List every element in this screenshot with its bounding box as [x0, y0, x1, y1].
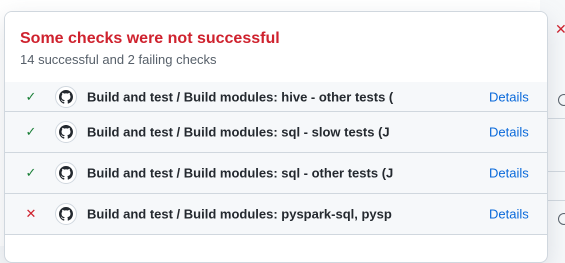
check-icon: ✓ — [25, 88, 37, 104]
check-row: ✓ Build and test / Build modules: sql - … — [5, 153, 547, 194]
check-row: ✓ Build and test / Build modules: sql - … — [5, 112, 547, 153]
check-name: Build and test / Build modules: sql - sl… — [87, 124, 390, 140]
background-status-icon — [558, 94, 565, 106]
background-x-icon: ✕ — [555, 21, 565, 37]
check-row: ✓ Build and test / Build modules: hive -… — [5, 82, 547, 112]
check-list: ✓ Build and test / Build modules: hive -… — [5, 82, 547, 235]
github-icon — [55, 121, 77, 143]
check-icon: ✓ — [25, 124, 37, 139]
checks-popover: Some checks were not successful 14 succe… — [4, 11, 548, 263]
check-icon: ✓ — [25, 165, 37, 180]
check-name: Build and test / Build modules: sql - ot… — [87, 165, 394, 181]
background-status-icon — [558, 213, 565, 225]
details-link[interactable]: Details — [489, 89, 529, 104]
popover-header: Some checks were not successful 14 succe… — [5, 12, 547, 83]
x-icon: ✕ — [25, 206, 37, 221]
details-link[interactable]: Details — [489, 207, 529, 222]
popover-subtitle: 14 successful and 2 failing checks — [20, 52, 217, 67]
details-link[interactable]: Details — [489, 166, 529, 181]
check-row: ✕ Build and test / Build modules: pyspar… — [5, 194, 547, 235]
check-name: Build and test / Build modules: pyspark-… — [87, 206, 392, 222]
check-name: Build and test / Build modules: hive - o… — [87, 89, 394, 104]
popover-title: Some checks were not successful — [20, 30, 280, 47]
github-icon — [55, 203, 77, 225]
details-link[interactable]: Details — [489, 125, 529, 140]
github-icon — [55, 162, 77, 184]
github-icon — [55, 85, 77, 108]
